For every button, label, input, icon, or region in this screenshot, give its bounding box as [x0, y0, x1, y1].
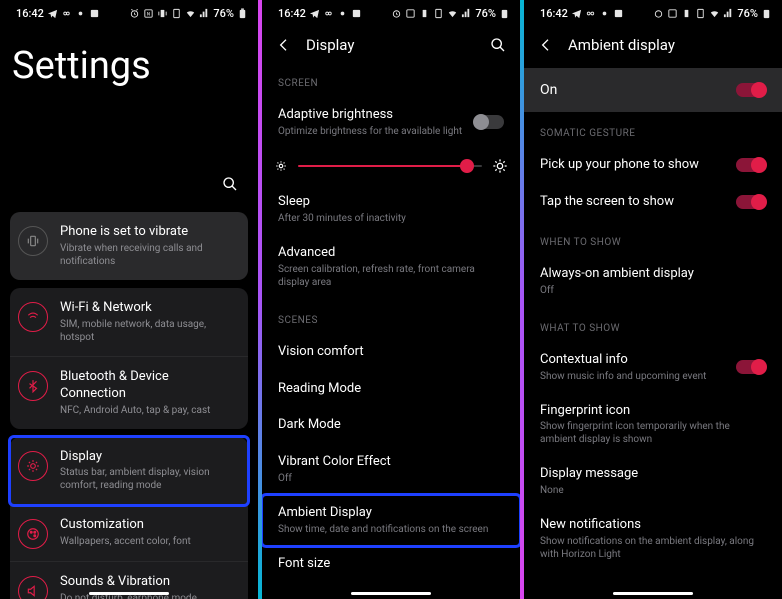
- alarm-icon: [129, 8, 140, 19]
- reading-mode-row[interactable]: Reading Mode: [262, 371, 520, 408]
- dev-icon: [171, 8, 182, 19]
- vibrate-card-icon: [18, 226, 48, 256]
- telegram-icon: [571, 8, 582, 19]
- audio-icon: [75, 8, 86, 19]
- settings-item-wifi[interactable]: Wi-Fi & Network SIM, mobile network, dat…: [10, 288, 248, 357]
- signal-icon: [199, 8, 210, 19]
- dev-icon: [433, 8, 444, 19]
- vibrate-sub: Vibrate when receiving calls and notific…: [60, 242, 236, 268]
- battery-icon: [237, 8, 248, 19]
- nfc-icon: [405, 8, 416, 19]
- tap-row[interactable]: Tap the screen to show: [524, 184, 782, 221]
- status-battery-pct: 76%: [213, 7, 234, 20]
- vibrate-icon: [419, 8, 430, 19]
- display-row-icon: [18, 451, 48, 481]
- status-bar: 16:42 76%: [524, 0, 782, 24]
- vibrate-icon: [681, 8, 692, 19]
- section-screen: SCREEN: [262, 62, 520, 97]
- vibrate-title: Phone is set to vibrate: [60, 224, 236, 241]
- page-title: Settings: [0, 24, 258, 88]
- advanced-row[interactable]: Advanced Screen calibration, refresh rat…: [262, 235, 520, 299]
- search-icon[interactable]: [490, 37, 506, 53]
- infinity-icon: [323, 8, 334, 19]
- audio-icon: [337, 8, 348, 19]
- brightness-slider-row: [262, 148, 520, 184]
- sleep-row[interactable]: Sleep After 30 minutes of inactivity: [262, 184, 520, 235]
- ambient-display-screen: 16:42 76% Ambient display On SOMATIC GES…: [524, 0, 782, 599]
- dev-icon: [695, 8, 706, 19]
- audio-icon: [599, 8, 610, 19]
- vision-comfort-row[interactable]: Vision comfort: [262, 334, 520, 371]
- status-bar: 16:42 76%: [262, 0, 520, 24]
- page-title: Ambient display: [568, 36, 768, 54]
- contextual-row[interactable]: Contextual info Show music info and upco…: [524, 342, 782, 393]
- svg-text:N: N: [147, 12, 150, 17]
- section-what: WHAT TO SHOW: [524, 307, 782, 342]
- nav-pill[interactable]: [613, 592, 693, 595]
- display-settings-screen: 16:42 76% Display SCREEN Adaptive bright…: [262, 0, 520, 599]
- section-gesture: SOMATIC GESTURE: [524, 112, 782, 147]
- alarm-icon: [391, 8, 402, 19]
- ambient-on-toggle[interactable]: [736, 83, 766, 97]
- image-icon: [89, 8, 100, 19]
- font-size-row[interactable]: Font size: [262, 546, 520, 583]
- brightness-thumb[interactable]: [460, 159, 474, 173]
- signal-icon: [461, 8, 472, 19]
- pickup-row[interactable]: Pick up your phone to show: [524, 147, 782, 184]
- display-message-row[interactable]: Display message None: [524, 456, 782, 507]
- vibrate-icon: [157, 8, 168, 19]
- fingerprint-row[interactable]: Fingerprint icon Show fingerprint icon t…: [524, 393, 782, 457]
- brightness-slider[interactable]: [298, 165, 482, 167]
- status-bar: 16:42 N 76%: [0, 0, 258, 24]
- wifi-icon: [447, 8, 458, 19]
- page-title: Display: [306, 36, 476, 54]
- search-button[interactable]: [222, 176, 238, 192]
- back-icon[interactable]: [276, 37, 292, 53]
- tap-toggle[interactable]: [736, 195, 766, 209]
- customization-row-icon: [18, 519, 48, 549]
- alarm-icon: [653, 8, 664, 19]
- section-scenes: SCENES: [262, 299, 520, 334]
- vibrant-color-row[interactable]: Vibrant Color Effect Off: [262, 444, 520, 495]
- new-notifications-row[interactable]: New notifications Show notifications on …: [524, 507, 782, 571]
- nav-pill[interactable]: [351, 592, 431, 595]
- pickup-toggle[interactable]: [736, 158, 766, 172]
- nfc-icon: [667, 8, 678, 19]
- wifi-icon: [185, 8, 196, 19]
- brightness-high-icon: [492, 158, 508, 174]
- vibrate-card[interactable]: Phone is set to vibrate Vibrate when rec…: [10, 212, 248, 280]
- section-when: WHEN TO SHOW: [524, 221, 782, 256]
- ambient-display-row[interactable]: Ambient Display Show time, date and noti…: [262, 495, 520, 546]
- battery-icon: [761, 8, 772, 19]
- signal-icon: [723, 8, 734, 19]
- telegram-icon: [309, 8, 320, 19]
- adaptive-brightness-toggle[interactable]: [474, 115, 504, 129]
- settings-item-display[interactable]: Display Status bar, ambient display, vis…: [10, 437, 248, 506]
- infinity-icon: [585, 8, 596, 19]
- telegram-icon: [47, 8, 58, 19]
- image-icon: [613, 8, 624, 19]
- wifi-row-icon: [18, 302, 48, 332]
- ambient-on-row[interactable]: On: [524, 68, 782, 112]
- brightness-low-icon: [274, 159, 288, 173]
- wifi-icon: [709, 8, 720, 19]
- back-icon[interactable]: [538, 37, 554, 53]
- battery-icon: [499, 8, 510, 19]
- contextual-toggle[interactable]: [736, 360, 766, 374]
- bluetooth-row-icon: [18, 371, 48, 401]
- image-icon: [351, 8, 362, 19]
- sounds-row-icon: [18, 576, 48, 599]
- infinity-icon: [61, 8, 72, 19]
- settings-item-bluetooth[interactable]: Bluetooth & Device Connection NFC, Andro…: [10, 357, 248, 429]
- dark-mode-row[interactable]: Dark Mode: [262, 407, 520, 444]
- adaptive-brightness-row[interactable]: Adaptive brightness Optimize brightness …: [262, 97, 520, 148]
- nfc-icon: N: [143, 8, 154, 19]
- search-icon: [222, 176, 238, 192]
- settings-main-screen: 16:42 N 76% Settings: [0, 0, 258, 599]
- nav-pill[interactable]: [89, 592, 169, 595]
- settings-item-customization[interactable]: Customization Wallpapers, accent color, …: [10, 505, 248, 562]
- always-on-row[interactable]: Always-on ambient display Off: [524, 256, 782, 307]
- status-time: 16:42: [16, 7, 44, 20]
